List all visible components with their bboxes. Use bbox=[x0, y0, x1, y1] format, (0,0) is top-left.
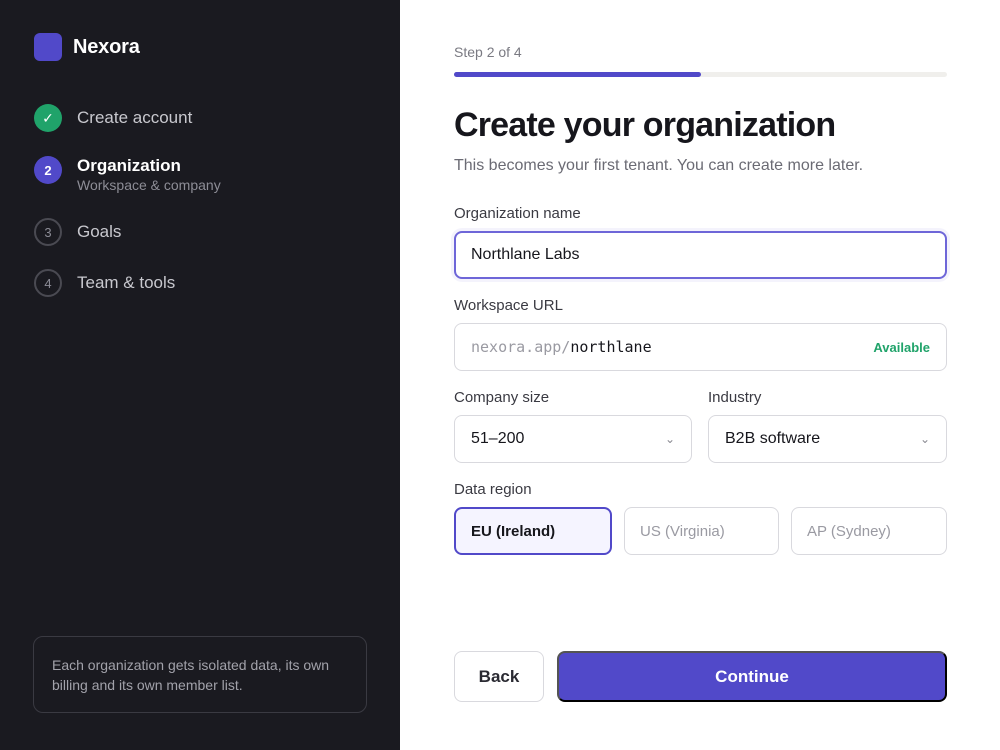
org-name-label: Organization name bbox=[454, 205, 581, 222]
region-option-ap[interactable]: AP (Sydney) bbox=[791, 507, 947, 555]
workspace-url-label: Workspace URL bbox=[454, 297, 563, 314]
step-organization[interactable]: 2 Organization Workspace & company bbox=[34, 156, 221, 193]
step-label: Create account bbox=[77, 108, 193, 127]
company-size-select[interactable]: 51–200 ⌄ bbox=[454, 415, 692, 463]
brand: Nexora bbox=[34, 33, 140, 61]
page-title: Create your organization bbox=[454, 106, 836, 144]
back-button[interactable]: Back bbox=[454, 651, 544, 702]
region-option-eu[interactable]: EU (Ireland) bbox=[454, 507, 612, 555]
industry-value: B2B software bbox=[725, 430, 821, 447]
company-size-value: 51–200 bbox=[471, 430, 525, 447]
step-label: Goals bbox=[77, 222, 122, 241]
workspace-url-input[interactable]: nexora.app/northlane Available bbox=[454, 323, 947, 371]
chevron-down-icon: ⌄ bbox=[664, 432, 675, 446]
org-name-value: Northlane Labs bbox=[471, 246, 580, 263]
availability-badge: Available bbox=[873, 339, 930, 355]
logo-icon bbox=[34, 33, 62, 61]
data-region-label: Data region bbox=[454, 481, 532, 498]
url-prefix: nexora.app/ bbox=[471, 338, 571, 356]
step-number-badge: 4 bbox=[34, 269, 62, 297]
step-create-account[interactable]: ✓ Create account bbox=[34, 104, 192, 132]
step-label: Organization bbox=[77, 156, 181, 175]
check-icon: ✓ bbox=[34, 104, 62, 132]
org-name-input[interactable]: Northlane Labs bbox=[454, 231, 947, 279]
progress-bar bbox=[454, 72, 947, 77]
step-number-badge: 3 bbox=[34, 218, 62, 246]
url-slug: northlane bbox=[570, 338, 652, 356]
brand-name: Nexora bbox=[73, 35, 140, 58]
continue-button[interactable]: Continue bbox=[557, 651, 947, 702]
info-box: Each organization gets isolated data, it… bbox=[33, 636, 367, 713]
industry-select[interactable]: B2B software ⌄ bbox=[708, 415, 947, 463]
step-label: Team & tools bbox=[77, 273, 176, 292]
step-goals[interactable]: 3 Goals bbox=[34, 218, 121, 246]
chevron-down-icon: ⌄ bbox=[919, 432, 930, 446]
main-panel: Step 2 of 4 Create your organization Thi… bbox=[454, 0, 947, 750]
industry-label: Industry bbox=[708, 389, 762, 406]
step-number-badge: 2 bbox=[34, 156, 62, 184]
sidebar: Nexora ✓ Create account 2 Organization W… bbox=[0, 0, 400, 750]
step-indicator: Step 2 of 4 bbox=[454, 44, 522, 60]
region-option-us[interactable]: US (Virginia) bbox=[624, 507, 779, 555]
page-subtitle: This becomes your first tenant. You can … bbox=[454, 157, 864, 174]
step-sublabel: Workspace & company bbox=[77, 177, 221, 193]
progress-fill bbox=[454, 72, 701, 77]
company-size-label: Company size bbox=[454, 389, 550, 406]
step-team-tools[interactable]: 4 Team & tools bbox=[34, 269, 175, 297]
